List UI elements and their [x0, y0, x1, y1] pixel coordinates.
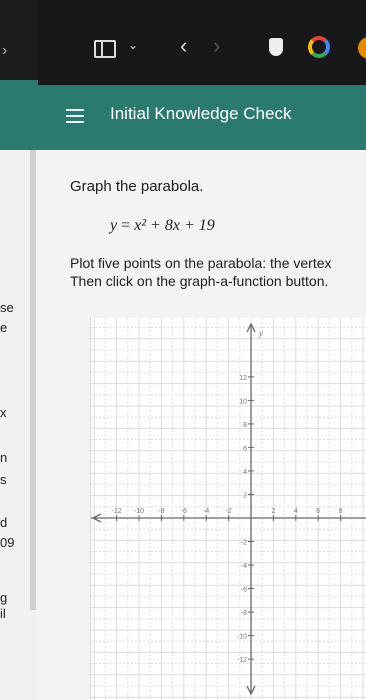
x-tick-label: -12 [112, 508, 122, 515]
back-icon[interactable]: ‹ [180, 33, 187, 59]
page-title: Initial Knowledge Check [110, 104, 292, 123]
y-tick-label: 2 [243, 492, 247, 499]
forward-icon[interactable]: › [213, 33, 220, 59]
x-tick-label: 8 [339, 508, 343, 515]
equation-lhs: y [110, 217, 118, 234]
x-tick-label: 2 [271, 508, 275, 515]
question-panel: Graph the parabola. y = x² + 8x + 19 Plo… [38, 150, 366, 700]
x-tick-label: -8 [158, 508, 164, 515]
equation: y = x² + 8x + 19 [110, 217, 215, 234]
y-tick-label: -2 [241, 540, 247, 547]
question-prompt: Graph the parabola. [70, 178, 204, 195]
x-tick-label: -6 [181, 508, 187, 515]
left-fragment: s [0, 472, 7, 487]
extension-icon[interactable] [358, 37, 366, 59]
left-fragment: g [0, 590, 8, 605]
y-tick-label: -10 [237, 634, 247, 641]
left-fragment: n [0, 450, 8, 465]
y-tick-label: -4 [241, 563, 247, 570]
x-tick-label: 6 [316, 508, 320, 515]
x-tick-label: -10 [134, 508, 144, 515]
left-fragment: d [0, 515, 8, 530]
chevron-down-icon[interactable]: ⌄ [128, 38, 138, 52]
x-tick-label: -2 [225, 508, 231, 515]
equation-rhs: x² + 8x + 19 [134, 217, 215, 234]
y-tick-label: -6 [241, 587, 247, 594]
shield-icon[interactable] [269, 38, 283, 56]
left-fragment: se [0, 300, 14, 315]
x-tick-label: 4 [294, 508, 298, 515]
y-tick-label: 6 [243, 445, 247, 452]
instruction-line-2: Then click on the graph-a-function butto… [70, 273, 329, 289]
y-tick-label: 8 [243, 422, 247, 429]
left-strip-top [0, 0, 38, 80]
left-fragment: e [0, 320, 8, 335]
app-header: Initial Knowledge Check [38, 85, 366, 150]
y-tick-label: 4 [243, 469, 247, 476]
instruction-text: Plot five points on the parabola: the ve… [70, 254, 332, 290]
instruction-line-1: Plot five points on the parabola: the ve… [70, 255, 332, 271]
left-fragment: x [0, 405, 7, 420]
y-tick-label: -8 [241, 610, 247, 617]
x-tick-label: -4 [203, 508, 209, 515]
browser-toolbar: ⌄ ‹ › [38, 0, 366, 85]
y-tick-label: 10 [239, 398, 247, 405]
sidebar-icon[interactable] [94, 40, 116, 58]
y-tick-label: -12 [237, 657, 247, 664]
left-strip-header [0, 80, 38, 150]
left-strip-scrollbar[interactable] [30, 150, 36, 610]
hamburger-icon[interactable] [66, 109, 84, 127]
google-icon[interactable] [308, 36, 330, 58]
coordinate-grid[interactable]: y -12 -10 -8 -6 -4 -2 2 4 6 8 12 10 8 6 4 2 -2 -4 -6 -8 -10 -1… [91, 318, 366, 700]
y-tick-label: 12 [239, 375, 247, 382]
graph-area[interactable]: y -12 -10 -8 -6 -4 -2 2 4 6 8 12 10 8 6 4 2 -2 -4 -6 -8 -10 -1… [90, 318, 366, 700]
chevron-right-icon: › [2, 42, 8, 59]
left-fragment: il [0, 606, 6, 621]
left-fragment: 09 [0, 535, 15, 550]
y-axis-label: y [258, 328, 263, 338]
previous-tab-strip: › se e x n s d 09 g il [0, 0, 38, 700]
